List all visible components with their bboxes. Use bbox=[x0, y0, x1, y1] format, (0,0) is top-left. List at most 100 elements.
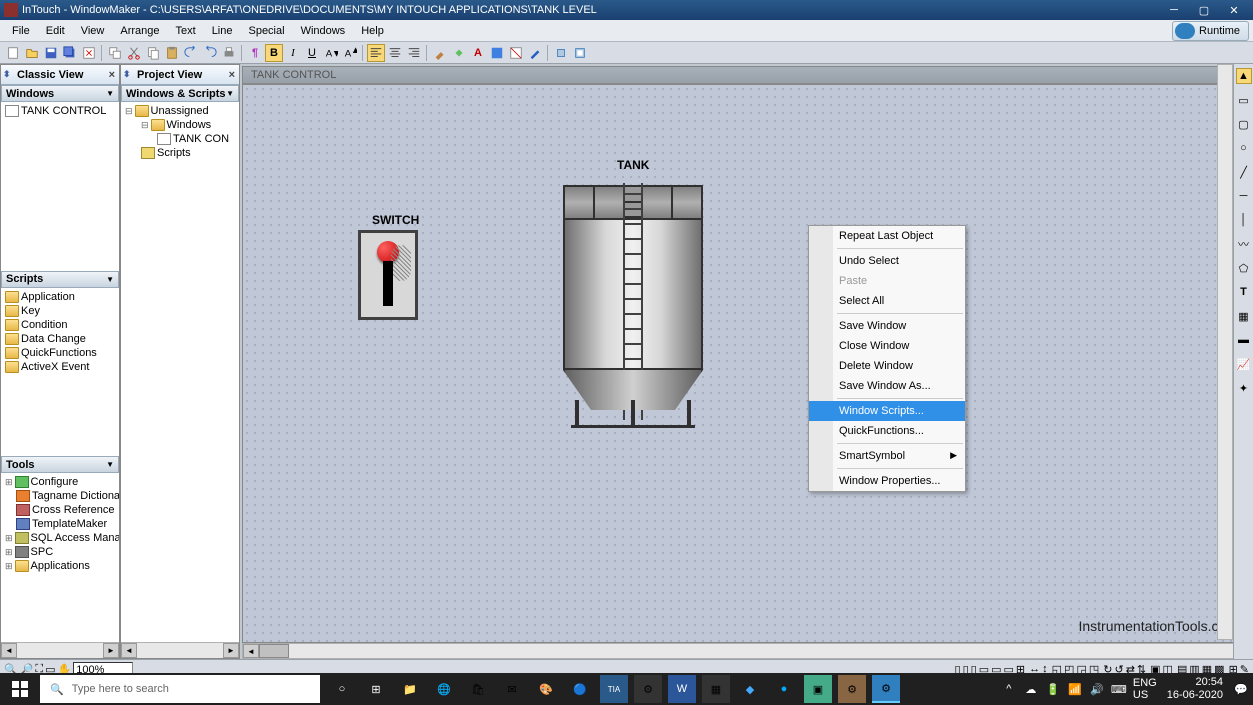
hline-tool[interactable]: ─ bbox=[1236, 188, 1252, 204]
align-right-button[interactable] bbox=[405, 44, 423, 62]
tree-item-condition[interactable]: Condition bbox=[1, 318, 119, 332]
line-tool[interactable]: ╱ bbox=[1236, 164, 1252, 180]
chrome-icon[interactable]: 🔵 bbox=[566, 675, 594, 703]
tree-item-quickfunctions[interactable]: QuickFunctions bbox=[1, 346, 119, 360]
polyline-tool[interactable]: 〰 bbox=[1236, 236, 1252, 252]
print-button[interactable] bbox=[220, 44, 238, 62]
word-icon[interactable]: W bbox=[668, 675, 696, 703]
tree-item-data-change[interactable]: Data Change bbox=[1, 332, 119, 346]
menu-windows[interactable]: Windows bbox=[293, 23, 354, 39]
menu-select-all[interactable]: Select All bbox=[809, 291, 965, 311]
tree-item-tagname[interactable]: Tagname Dictiona bbox=[1, 489, 119, 503]
menu-arrange[interactable]: Arrange bbox=[112, 23, 167, 39]
tia-icon[interactable]: TIA bbox=[600, 675, 628, 703]
menu-undo-select[interactable]: Undo Select bbox=[809, 251, 965, 271]
undo-button[interactable] bbox=[182, 44, 200, 62]
tree-item-tank-control[interactable]: TANK CONTROL bbox=[1, 104, 119, 118]
tree-item-spc[interactable]: ⊞SPC bbox=[1, 545, 119, 559]
tree-item-applications[interactable]: ⊞Applications bbox=[1, 559, 119, 573]
paint-icon[interactable]: 🎨 bbox=[532, 675, 560, 703]
switch-object[interactable] bbox=[358, 230, 418, 320]
search-box[interactable]: 🔍 Type here to search bbox=[40, 675, 320, 703]
tree-item-application[interactable]: Application bbox=[1, 290, 119, 304]
tree-item-cross-ref[interactable]: Cross Reference bbox=[1, 503, 119, 517]
canvas-scrollbar-horizontal[interactable]: ◄► bbox=[242, 643, 1251, 659]
app-icon[interactable]: ◆ bbox=[736, 675, 764, 703]
task-view-icon[interactable]: ⊞ bbox=[362, 675, 390, 703]
maximize-button[interactable]: ▢ bbox=[1189, 1, 1219, 19]
save-button[interactable] bbox=[42, 44, 60, 62]
wizard1-button[interactable] bbox=[552, 44, 570, 62]
onedrive-icon[interactable]: ☁ bbox=[1023, 681, 1039, 697]
save-all-button[interactable] bbox=[61, 44, 79, 62]
teamviewer-icon[interactable]: ● bbox=[770, 675, 798, 703]
underline-button[interactable]: U bbox=[303, 44, 321, 62]
app-icon[interactable]: ⚙ bbox=[838, 675, 866, 703]
tank-object[interactable] bbox=[563, 185, 703, 430]
wizard-tool[interactable]: ✦ bbox=[1236, 380, 1252, 396]
button-tool[interactable]: ▬ bbox=[1236, 332, 1252, 348]
transparent-button[interactable] bbox=[507, 44, 525, 62]
menu-save-window-as[interactable]: Save Window As... bbox=[809, 376, 965, 396]
tree-item-unassigned[interactable]: ⊟Unassigned bbox=[121, 104, 239, 118]
scripts-section-header[interactable]: Scripts ▼ bbox=[1, 271, 119, 288]
volume-icon[interactable]: 🔊 bbox=[1089, 681, 1105, 697]
menu-quickfunctions[interactable]: QuickFunctions... bbox=[809, 421, 965, 441]
menu-repeat-last[interactable]: Repeat Last Object bbox=[809, 226, 965, 246]
edge-icon[interactable]: 🌐 bbox=[430, 675, 458, 703]
align-center-button[interactable] bbox=[386, 44, 404, 62]
cortana-icon[interactable]: ○ bbox=[328, 675, 356, 703]
battery-icon[interactable]: 🔋 bbox=[1045, 681, 1061, 697]
menu-file[interactable]: File bbox=[4, 23, 38, 39]
app-icon[interactable]: ▣ bbox=[804, 675, 832, 703]
scrollbar-horizontal[interactable]: ◄► bbox=[121, 642, 239, 658]
project-view-header[interactable]: ⬍ Project View × bbox=[121, 65, 239, 85]
menu-edit[interactable]: Edit bbox=[38, 23, 73, 39]
menu-smartsymbol[interactable]: SmartSymbol▶ bbox=[809, 446, 965, 466]
tree-item-key[interactable]: Key bbox=[1, 304, 119, 318]
close-button[interactable]: ✕ bbox=[1219, 1, 1249, 19]
minimize-button[interactable]: ─ bbox=[1159, 1, 1189, 19]
polygon-tool[interactable]: ⬠ bbox=[1236, 260, 1252, 276]
notifications-icon[interactable]: 💬 bbox=[1233, 681, 1249, 697]
italic-button[interactable]: I bbox=[284, 44, 302, 62]
clock[interactable]: 20:54 16-06-2020 bbox=[1163, 676, 1227, 702]
copy-button[interactable] bbox=[144, 44, 162, 62]
runtime-button[interactable]: Runtime bbox=[1172, 21, 1249, 41]
mail-icon[interactable]: ✉ bbox=[498, 675, 526, 703]
menu-view[interactable]: View bbox=[73, 23, 113, 39]
start-button[interactable] bbox=[0, 673, 40, 705]
tray-up-icon[interactable]: ^ bbox=[1001, 681, 1017, 697]
windows-scripts-header[interactable]: Windows & Scripts ▼ bbox=[121, 85, 239, 102]
wifi-icon[interactable]: 📶 bbox=[1067, 681, 1083, 697]
wizard2-button[interactable] bbox=[571, 44, 589, 62]
close-panel-button[interactable]: × bbox=[229, 69, 235, 81]
new-button[interactable] bbox=[4, 44, 22, 62]
bitmap-tool[interactable]: ▦ bbox=[1236, 308, 1252, 324]
tree-item-sql[interactable]: ⊞SQL Access Manag bbox=[1, 531, 119, 545]
canvas-scrollbar-vertical[interactable] bbox=[1217, 64, 1233, 640]
menu-help[interactable]: Help bbox=[353, 23, 392, 39]
menu-window-properties[interactable]: Window Properties... bbox=[809, 471, 965, 491]
rounded-rect-tool[interactable]: ▢ bbox=[1236, 116, 1252, 132]
rect-tool[interactable]: ▭ bbox=[1236, 92, 1252, 108]
text-color-button[interactable]: A bbox=[469, 44, 487, 62]
tree-item-activex[interactable]: ActiveX Event bbox=[1, 360, 119, 374]
ellipse-tool[interactable]: ○ bbox=[1236, 140, 1252, 156]
windows-section-header[interactable]: Windows ▼ bbox=[1, 85, 119, 102]
keyboard-icon[interactable]: ⌨ bbox=[1111, 681, 1127, 697]
pen-button[interactable] bbox=[526, 44, 544, 62]
duplicate-button[interactable] bbox=[106, 44, 124, 62]
menu-text[interactable]: Text bbox=[168, 23, 204, 39]
text-tool[interactable]: T bbox=[1236, 284, 1252, 300]
tree-item-windows[interactable]: ⊟Windows bbox=[121, 118, 239, 132]
vline-tool[interactable]: │ bbox=[1236, 212, 1252, 228]
scrollbar-horizontal[interactable]: ◄► bbox=[1, 642, 119, 658]
close-window-button[interactable] bbox=[80, 44, 98, 62]
tree-item-configure[interactable]: ⊞Configure bbox=[1, 475, 119, 489]
intouch-icon[interactable]: ⚙ bbox=[872, 675, 900, 703]
brush-button[interactable] bbox=[431, 44, 449, 62]
align-left-button[interactable] bbox=[367, 44, 385, 62]
app-icon[interactable]: ▦ bbox=[702, 675, 730, 703]
menu-save-window[interactable]: Save Window bbox=[809, 316, 965, 336]
